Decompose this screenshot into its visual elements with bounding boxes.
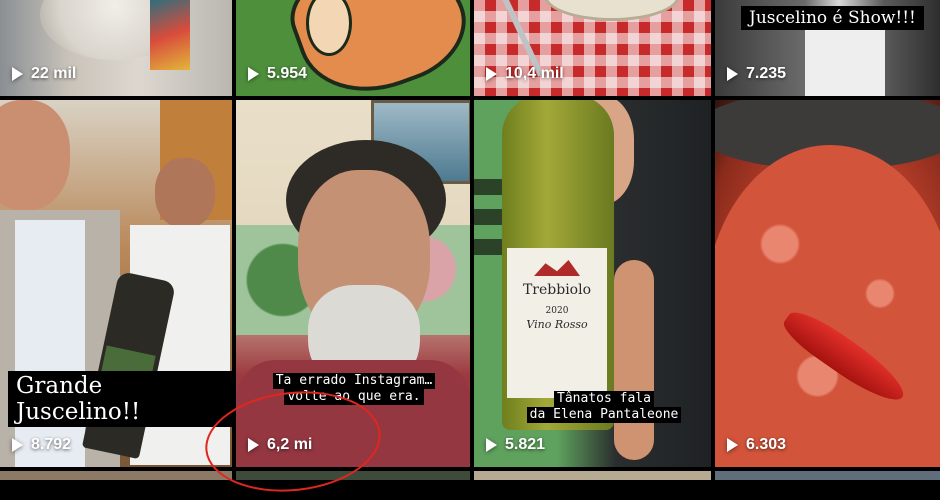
- thumbnail-arm: [614, 260, 654, 460]
- reel-tile-3[interactable]: 10,4 mil: [474, 0, 711, 96]
- play-icon: [248, 67, 259, 81]
- reel-tile-12[interactable]: [715, 471, 940, 480]
- play-icon: [727, 67, 738, 81]
- caption-line-2: volte ao que era.: [284, 389, 424, 405]
- reel-tile-2[interactable]: 5.954: [236, 0, 470, 96]
- view-count: 7.235: [727, 65, 786, 83]
- reel-tile-9[interactable]: [0, 471, 232, 480]
- bottle-label: Trebbiolo 2020 Vino Rosso: [507, 248, 607, 398]
- thumbnail-shirt: [805, 20, 885, 96]
- caption-line-1: Tânatos fala: [554, 391, 654, 407]
- view-count: 8.792: [12, 436, 71, 454]
- view-count: 5.821: [486, 436, 545, 454]
- view-count: 6.303: [727, 436, 786, 454]
- reel-tile-1[interactable]: 22 mil: [0, 0, 232, 96]
- reel-tile-4[interactable]: Juscelino é Show!!! 7.235: [715, 0, 940, 96]
- reel-tile-11[interactable]: [474, 471, 711, 480]
- reel-tile-7[interactable]: Trebbiolo 2020 Vino Rosso Tânatos fala d…: [474, 100, 711, 467]
- caption-line-1: Ta errado Instagram…: [272, 373, 436, 389]
- bottle-year: 2020: [545, 306, 569, 316]
- video-caption: Tânatos fala da Elena Pantaleone: [504, 391, 704, 423]
- thumbnail-person-right: [155, 158, 215, 228]
- thumbnail-shirt: [15, 220, 85, 467]
- view-count: 5.954: [248, 65, 307, 83]
- view-count: 10,4 mil: [486, 65, 564, 83]
- bottle-brand: Trebbiolo: [522, 282, 592, 298]
- view-count: 6,2 mi: [248, 436, 312, 454]
- reel-tile-6[interactable]: Ta errado Instagram… volte ao que era. 6…: [236, 100, 470, 467]
- play-icon: [486, 438, 497, 452]
- bottle-type: Vino Rosso: [526, 318, 588, 331]
- reel-tile-10[interactable]: [236, 471, 470, 480]
- play-icon: [248, 438, 259, 452]
- video-caption: Juscelino é Show!!!: [741, 6, 924, 30]
- thumbnail-scarf: [150, 0, 190, 70]
- video-caption: Ta errado Instagram… volte ao que era.: [244, 373, 464, 405]
- bottle-label-art: [534, 260, 580, 276]
- play-icon: [727, 438, 738, 452]
- thumbnail-sauce: [715, 145, 940, 467]
- caption-line-2: da Elena Pantaleone: [526, 407, 682, 423]
- video-caption: Grande Juscelino!!: [8, 371, 232, 427]
- reel-tile-5[interactable]: Grande Juscelino!! 8.792: [0, 100, 232, 467]
- thumbnail-person-left: [0, 100, 70, 210]
- play-icon: [486, 67, 497, 81]
- reel-tile-8[interactable]: 6.303: [715, 100, 940, 467]
- play-icon: [12, 438, 23, 452]
- view-count: 22 mil: [12, 65, 76, 83]
- play-icon: [12, 67, 23, 81]
